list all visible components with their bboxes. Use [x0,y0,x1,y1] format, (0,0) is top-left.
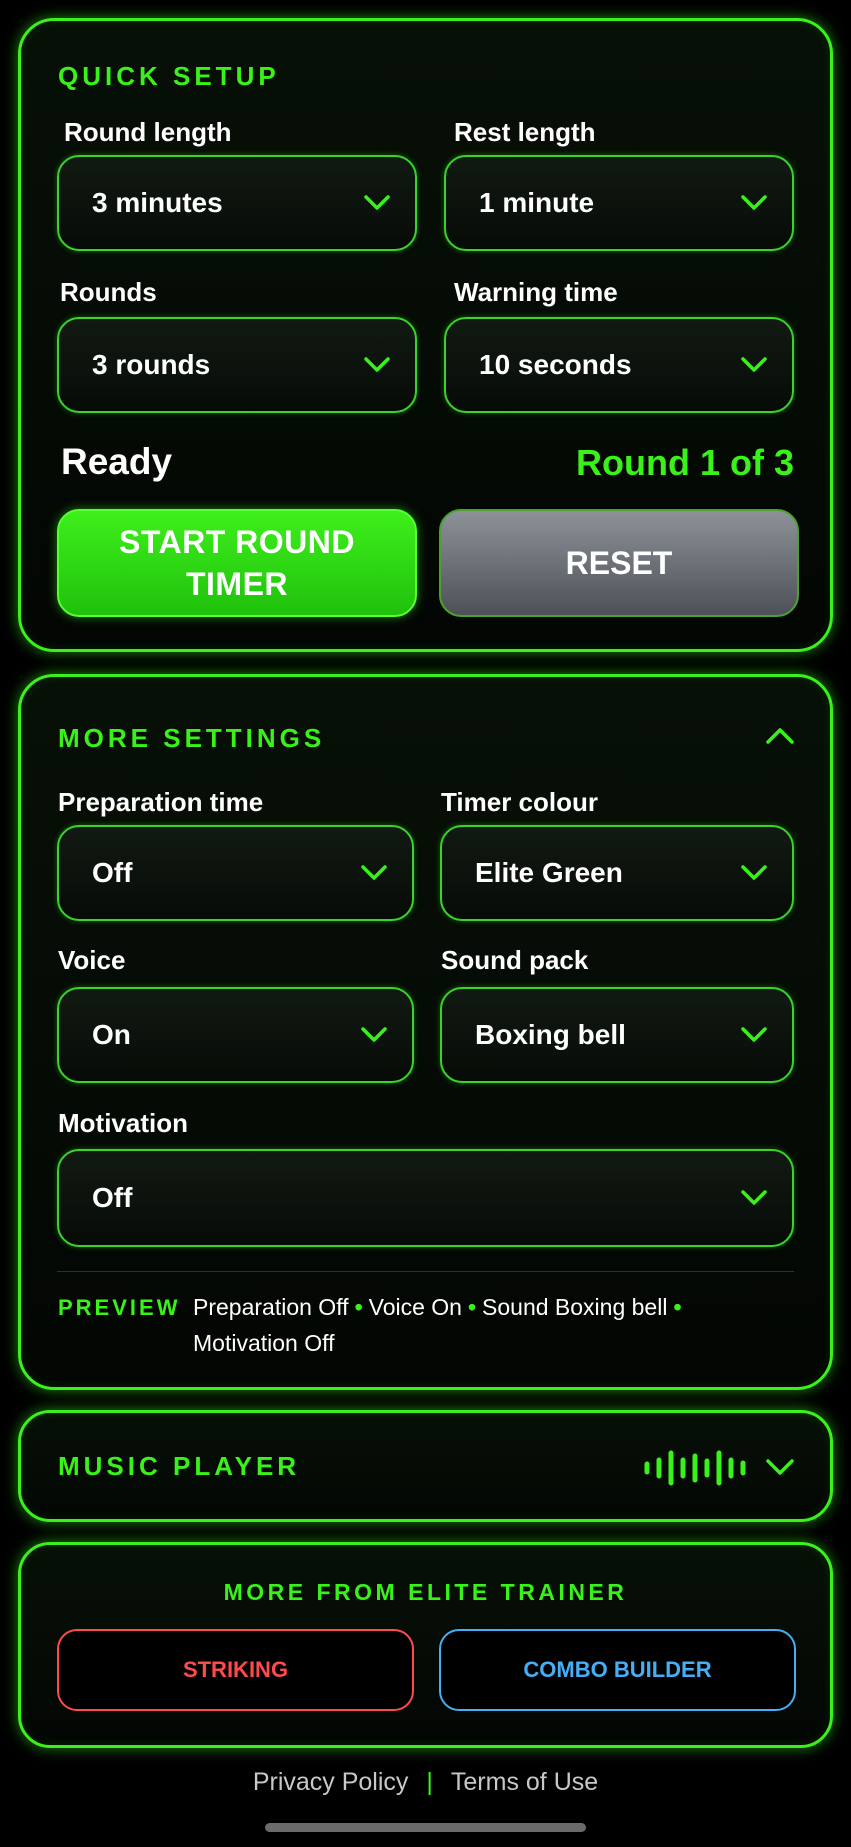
more-from-card: MORE FROM ELITE TRAINER STRIKING COMBO B… [18,1542,833,1748]
voice-value: On [92,1019,131,1050]
combo-builder-button[interactable]: COMBO BUILDER [439,1629,796,1711]
rounds-select[interactable]: 3 rounds [57,317,417,413]
preview-item: Sound Boxing bell [482,1294,668,1320]
equalizer-icon [644,1450,746,1486]
chevron-up-icon[interactable] [765,725,795,745]
more-from-title: MORE FROM ELITE TRAINER [223,1579,628,1605]
chevron-down-icon [741,1190,767,1205]
timer-colour-select[interactable]: Elite Green [440,825,794,921]
rounds-label: Rounds [60,277,157,307]
motivation-select[interactable]: Off [57,1149,794,1247]
reset-button[interactable]: RESET [439,509,799,617]
separator-dot: • [673,1294,682,1320]
chevron-down-icon [741,357,767,372]
more-settings-title[interactable]: MORE SETTINGS [58,723,325,754]
footer-separator: | [426,1768,433,1796]
voice-select[interactable]: On [57,987,414,1083]
rounds-value: 3 rounds [92,349,211,380]
voice-label: Voice [58,945,126,975]
chevron-down-icon [364,195,390,210]
terms-of-use-link[interactable]: Terms of Use [451,1768,598,1796]
music-player-card[interactable]: MUSIC PLAYER [18,1410,833,1522]
preview-label: PREVIEW [58,1295,181,1320]
timer-colour-value: Elite Green [475,857,623,888]
privacy-policy-link[interactable]: Privacy Policy [253,1768,409,1796]
preview-item: Preparation Off [193,1294,349,1320]
preview-item: Motivation Off [193,1330,335,1356]
separator-dot: • [354,1294,363,1320]
preview-item: Voice On [368,1294,462,1320]
motivation-label: Motivation [58,1108,188,1138]
start-button-label-line2: TIMER [185,566,289,602]
warning-time-select[interactable]: 10 seconds [444,317,794,413]
chevron-down-icon [741,865,767,880]
rest-length-value: 1 minute [479,187,595,218]
preview-divider [57,1271,794,1272]
chevron-down-icon [741,195,767,210]
preparation-time-label: Preparation time [58,787,264,817]
start-button-label-line1: START ROUND [119,524,355,560]
sound-pack-select[interactable]: Boxing bell [440,987,794,1083]
preview-summary: Preparation Off • Voice On • Sound Boxing be… [193,1289,793,1361]
round-length-label: Round length [64,117,232,147]
reset-button-label: RESET [565,544,673,581]
motivation-value: Off [92,1182,133,1213]
warning-time-value: 10 seconds [479,349,632,380]
preparation-time-select[interactable]: Off [57,825,414,921]
music-player-title: MUSIC PLAYER [58,1451,301,1481]
start-round-timer-button[interactable]: START ROUND TIMER [57,509,417,617]
quick-setup-title: QUICK SETUP [58,61,280,91]
sound-pack-value: Boxing bell [475,1019,626,1050]
home-indicator[interactable] [265,1823,586,1832]
rest-length-select[interactable]: 1 minute [444,155,794,251]
combo-builder-button-label: COMBO BUILDER [523,1657,712,1682]
striking-button-label: STRIKING [182,1657,289,1682]
chevron-down-icon [364,357,390,372]
sound-pack-label: Sound pack [441,945,589,975]
separator-dot: • [467,1294,477,1320]
preparation-time-value: Off [92,857,133,888]
chevron-down-icon [741,1027,767,1042]
quick-setup-card: QUICK SETUP Round length 3 minutes Rest … [18,18,833,652]
round-indicator: Round 1 of 3 [576,442,794,483]
footer-links: Privacy Policy | Terms of Use [0,1768,851,1797]
round-length-select[interactable]: 3 minutes [57,155,417,251]
round-length-value: 3 minutes [92,187,223,218]
chevron-down-icon [361,1027,387,1042]
chevron-down-icon[interactable] [765,1458,795,1478]
timer-colour-label: Timer colour [441,787,599,817]
rest-length-label: Rest length [454,117,596,147]
more-settings-card: MORE SETTINGS Preparation time Off Timer… [18,674,833,1390]
timer-status: Ready [61,441,173,482]
warning-time-label: Warning time [454,277,618,307]
chevron-down-icon [361,865,387,880]
striking-button[interactable]: STRIKING [57,1629,414,1711]
